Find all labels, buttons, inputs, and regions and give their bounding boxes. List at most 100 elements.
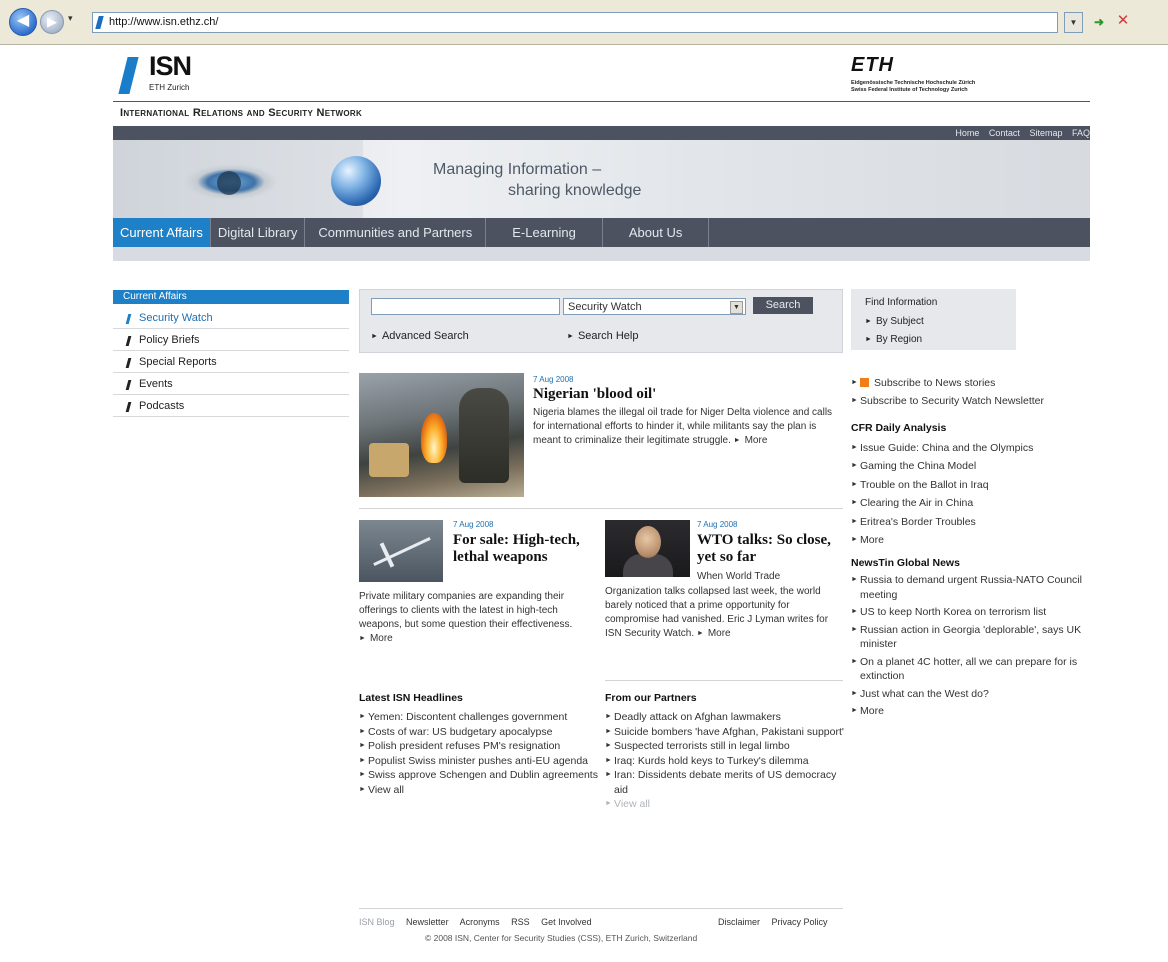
list-item[interactable]: ► Yemen: Discontent challenges government: [359, 710, 599, 725]
more-link[interactable]: More: [745, 435, 768, 446]
list-item[interactable]: ► Populist Swiss minister pushes anti-EU …: [359, 754, 599, 769]
list-item[interactable]: ► Suicide bombers 'have Afghan, Pakistani…: [605, 725, 845, 740]
stop-icon[interactable]: ✕: [1114, 12, 1132, 30]
list-item[interactable]: ► Suspected terrorists still in legal lim…: [605, 739, 845, 754]
list-item[interactable]: ► On a planet 4C hotter, all we can prepa…: [851, 655, 1096, 684]
headline-link[interactable]: Suicide bombers 'have Afghan, Pakistani …: [614, 726, 844, 738]
search-help-link[interactable]: ► Search Help: [567, 330, 638, 342]
left-nav-policy-briefs[interactable]: Policy Briefs: [113, 330, 349, 351]
subscribe-newsletter-link[interactable]: ► Subscribe to Security Watch Newsletter: [851, 394, 1096, 409]
utility-link-sitemap[interactable]: Sitemap: [1029, 128, 1062, 138]
list-item[interactable]: ► Clearing the Air in China: [851, 494, 1096, 512]
isn-logo[interactable]: ISN: [149, 51, 192, 82]
nigeria-oil-photo[interactable]: [359, 373, 524, 497]
headline-link[interactable]: Eritrea's Border Troubles: [860, 516, 976, 528]
utility-link-faq[interactable]: FAQ: [1072, 128, 1090, 138]
list-item[interactable]: ► Iran: Dissidents debate merits of US de…: [605, 768, 845, 797]
more-link[interactable]: More: [860, 534, 884, 546]
left-nav-special-reports[interactable]: Special Reports: [113, 352, 349, 373]
address-url[interactable]: http://www.isn.ethz.ch/: [109, 13, 218, 32]
subscribe-news-link[interactable]: ► Subscribe to News stories: [851, 376, 1096, 391]
footer-link-get-involved[interactable]: Get Involved: [541, 917, 592, 927]
list-item[interactable]: ► Gaming the China Model: [851, 457, 1096, 475]
more-link[interactable]: More: [860, 705, 884, 717]
tab-current-affairs[interactable]: Current Affairs: [113, 218, 211, 247]
headline-link[interactable]: Issue Guide: China and the Olympics: [860, 442, 1033, 454]
footer-link-blog[interactable]: ISN Blog: [359, 917, 395, 927]
list-item[interactable]: ► View all: [359, 783, 599, 798]
tab-e-learning[interactable]: E-Learning: [486, 218, 603, 247]
tab-communities-partners[interactable]: Communities and Partners: [305, 218, 487, 247]
wto-photo[interactable]: [605, 520, 690, 577]
article-title-wto[interactable]: WTO talks: So close, yet so far: [697, 532, 843, 566]
headline-link[interactable]: Yemen: Discontent challenges government: [368, 711, 567, 723]
list-item[interactable]: ► More: [851, 704, 1096, 719]
headline-link[interactable]: Just what can the West do?: [860, 688, 989, 700]
headline-link[interactable]: Gaming the China Model: [860, 460, 976, 472]
list-item[interactable]: ► Issue Guide: China and the Olympics: [851, 439, 1096, 457]
address-dropdown-icon[interactable]: ▼: [1064, 12, 1083, 33]
left-nav-security-watch[interactable]: Security Watch: [113, 308, 349, 329]
list-item[interactable]: ► US to keep North Korea on terrorism lis…: [851, 605, 1096, 620]
footer-link-acronyms[interactable]: Acronyms: [460, 917, 500, 927]
headline-link[interactable]: On a planet 4C hotter, all we can prepar…: [860, 656, 1077, 683]
list-item[interactable]: ► View all: [605, 797, 845, 812]
view-all-link[interactable]: View all: [368, 784, 404, 796]
tab-digital-library[interactable]: Digital Library: [211, 218, 306, 247]
address-bar[interactable]: http://www.isn.ethz.ch/: [92, 12, 1058, 33]
list-item[interactable]: ► Trouble on the Ballot in Iraq: [851, 476, 1096, 494]
list-item[interactable]: ► Polish president refuses PM's resignati…: [359, 739, 599, 754]
list-item[interactable]: ► Deadly attack on Afghan lawmakers: [605, 710, 845, 725]
list-item[interactable]: ► Swiss approve Schengen and Dublin agree…: [359, 768, 599, 783]
headline-link[interactable]: Populist Swiss minister pushes anti-EU a…: [368, 755, 588, 767]
list-item[interactable]: ► Just what can the West do?: [851, 687, 1096, 702]
find-by-subject-link[interactable]: ► By Subject: [865, 316, 924, 327]
headline-link[interactable]: Swiss approve Schengen and Dublin agreem…: [368, 769, 598, 781]
headline-link[interactable]: Polish president refuses PM's resignatio…: [368, 740, 560, 752]
search-scope-select[interactable]: Security Watch ▼: [563, 298, 746, 315]
back-arrow-icon[interactable]: ◀: [9, 8, 37, 36]
article-title-nigeria[interactable]: Nigerian 'blood oil': [533, 386, 843, 403]
chevron-down-icon[interactable]: ▼: [730, 301, 743, 314]
history-dropdown-icon[interactable]: ▾: [68, 13, 73, 24]
more-link[interactable]: More: [708, 628, 731, 639]
list-item[interactable]: ► Iraq: Kurds hold keys to Turkey's dilem…: [605, 754, 845, 769]
headline-link[interactable]: Russian action in Georgia 'deplorable', …: [860, 624, 1081, 651]
search-button[interactable]: Search: [753, 297, 813, 314]
headline-link[interactable]: Russia to demand urgent Russia-NATO Coun…: [860, 574, 1082, 601]
headline-link[interactable]: Suspected terrorists still in legal limb…: [614, 740, 790, 752]
eth-logo[interactable]: ETH: [851, 54, 894, 77]
list-item[interactable]: ► Eritrea's Border Troubles: [851, 513, 1096, 531]
advanced-search-link[interactable]: ► Advanced Search: [371, 330, 469, 342]
utility-link-home[interactable]: Home: [955, 128, 979, 138]
go-arrows-icon[interactable]: ➜: [1090, 13, 1108, 31]
footer-link-rss[interactable]: RSS: [511, 917, 530, 927]
view-all-link[interactable]: View all: [614, 798, 650, 810]
footer-link-newsletter[interactable]: Newsletter: [406, 917, 449, 927]
left-nav-podcasts[interactable]: Podcasts: [113, 396, 349, 417]
forward-arrow-icon[interactable]: ▶: [40, 10, 64, 34]
list-item[interactable]: ► Costs of war: US budgetary apocalypse: [359, 725, 599, 740]
list-item[interactable]: ► Russia to demand urgent Russia-NATO Cou…: [851, 573, 1096, 602]
headline-link[interactable]: US to keep North Korea on terrorism list: [860, 606, 1046, 618]
article-title-weapons[interactable]: For sale: High-tech, lethal weapons: [453, 532, 598, 566]
drone-photo[interactable]: [359, 520, 443, 582]
find-by-region-link[interactable]: ► By Region: [865, 334, 922, 345]
subscribe-newsletter-label[interactable]: Subscribe to Security Watch Newsletter: [860, 395, 1044, 407]
tab-about-us[interactable]: About Us: [603, 218, 710, 247]
footer-link-disclaimer[interactable]: Disclaimer: [718, 917, 760, 927]
headline-link[interactable]: Clearing the Air in China: [860, 497, 973, 509]
left-nav-events[interactable]: Events: [113, 374, 349, 395]
list-item[interactable]: ► More: [851, 531, 1096, 549]
headline-link[interactable]: Trouble on the Ballot in Iraq: [860, 479, 989, 491]
footer-link-privacy[interactable]: Privacy Policy: [772, 917, 828, 927]
headline-link[interactable]: Iran: Dissidents debate merits of US dem…: [614, 769, 836, 796]
isn-logo-mark-icon[interactable]: [118, 57, 139, 94]
list-item[interactable]: ► Russian action in Georgia 'deplorable',…: [851, 623, 1096, 652]
more-link[interactable]: More: [370, 633, 393, 644]
headline-link[interactable]: Iraq: Kurds hold keys to Turkey's dilemm…: [614, 755, 809, 767]
utility-link-contact[interactable]: Contact: [989, 128, 1020, 138]
subscribe-news-label[interactable]: Subscribe to News stories: [874, 377, 995, 389]
headline-link[interactable]: Costs of war: US budgetary apocalypse: [368, 726, 552, 738]
search-input[interactable]: [371, 298, 560, 315]
